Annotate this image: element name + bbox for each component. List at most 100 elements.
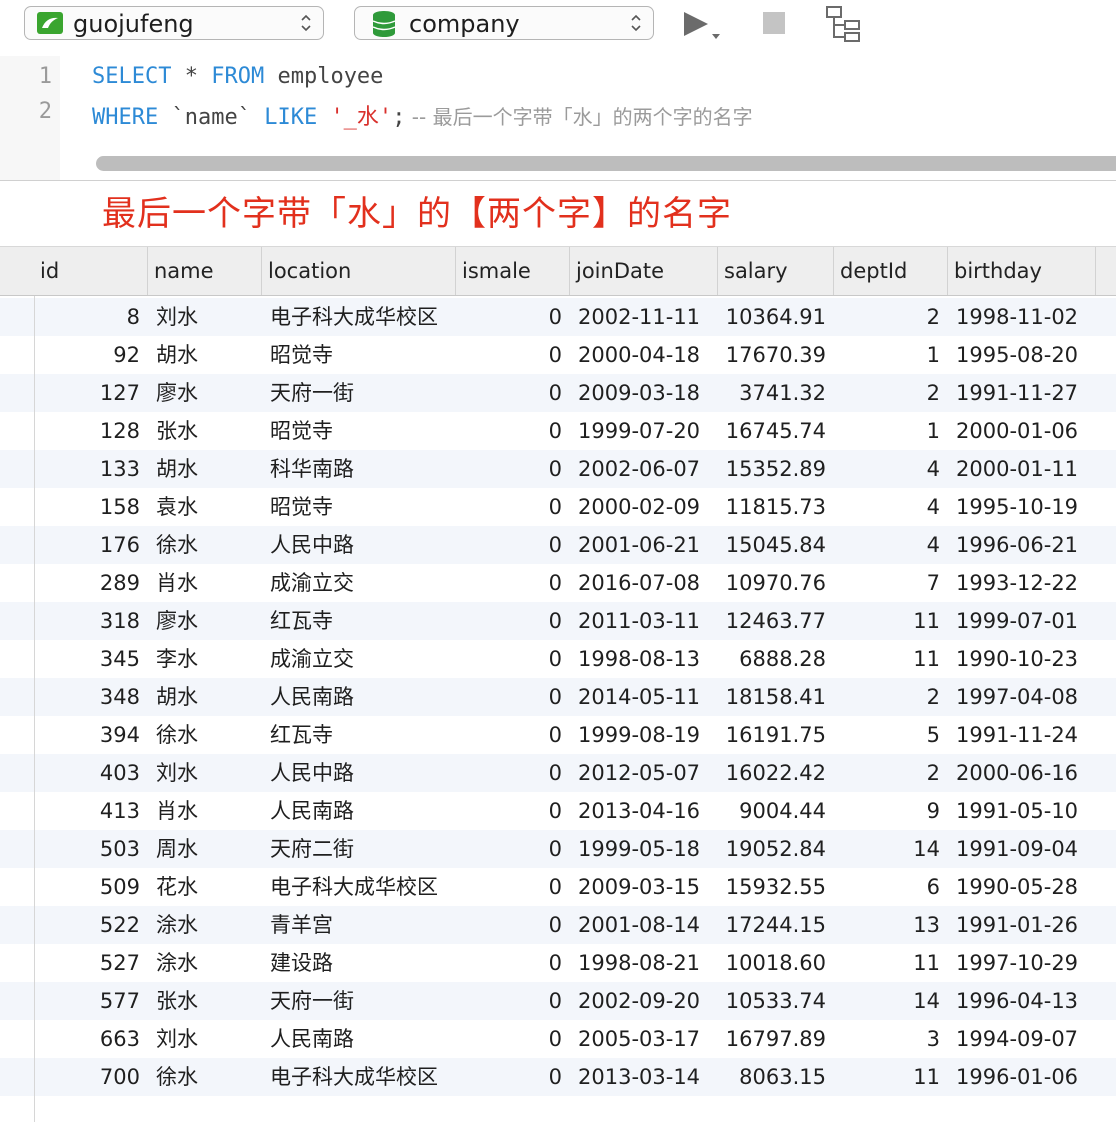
- cell-joindate[interactable]: 2002-11-11: [570, 298, 718, 336]
- cell-joindate[interactable]: 2005-03-17: [570, 1020, 718, 1058]
- cell-location[interactable]: 人民南路: [262, 678, 456, 716]
- cell-joindate[interactable]: 1999-07-20: [570, 412, 718, 450]
- cell-ismale[interactable]: 0: [456, 754, 570, 792]
- table-row[interactable]: 127 廖水 天府一街 0 2009-03-18 3741.32 2 1991-11-27: [0, 374, 1116, 412]
- table-row[interactable]: 577 张水 天府一街 0 2002-09-20 10533.74 14 1996-04-13: [0, 982, 1116, 1020]
- table-row[interactable]: 92 胡水 昭觉寺 0 2000-04-18 17670.39 1 1995-08-20: [0, 336, 1116, 374]
- cell-salary[interactable]: 10364.91: [718, 298, 834, 336]
- cell-birthday[interactable]: 1991-05-10: [948, 792, 1096, 830]
- code-line-2[interactable]: WHERE `name` LIKE '_水'; -- 最后一个字带「水」的两个字…: [92, 99, 753, 131]
- cell-location[interactable]: 天府一街: [262, 374, 456, 412]
- cell-id[interactable]: 345: [34, 640, 148, 678]
- cell-joindate[interactable]: 2014-05-11: [570, 678, 718, 716]
- cell-ismale[interactable]: 0: [456, 450, 570, 488]
- cell-birthday[interactable]: 1991-01-26: [948, 906, 1096, 944]
- cell-ismale[interactable]: 0: [456, 830, 570, 868]
- cell-joindate[interactable]: 2001-06-21: [570, 526, 718, 564]
- table-row[interactable]: 348 胡水 人民南路 0 2014-05-11 18158.41 2 1997-04-08: [0, 678, 1116, 716]
- cell-ismale[interactable]: 0: [456, 944, 570, 982]
- cell-ismale[interactable]: 0: [456, 640, 570, 678]
- cell-deptid[interactable]: 2: [834, 298, 948, 336]
- cell-ismale[interactable]: 0: [456, 906, 570, 944]
- cell-deptid[interactable]: 11: [834, 640, 948, 678]
- cell-joindate[interactable]: 2013-03-14: [570, 1058, 718, 1096]
- cell-joindate[interactable]: 2000-04-18: [570, 336, 718, 374]
- table-row[interactable]: 318 廖水 红瓦寺 0 2011-03-11 12463.77 11 1999-07-01: [0, 602, 1116, 640]
- cell-birthday[interactable]: 2000-01-11: [948, 450, 1096, 488]
- cell-birthday[interactable]: 1997-10-29: [948, 944, 1096, 982]
- table-row[interactable]: 527 涂水 建设路 0 1998-08-21 10018.60 11 1997-10-29: [0, 944, 1116, 982]
- cell-ismale[interactable]: 0: [456, 336, 570, 374]
- table-row[interactable]: 509 花水 电子科大成华校区 0 2009-03-15 15932.55 6 1990-05…: [0, 868, 1116, 906]
- table-row[interactable]: 522 涂水 青羊宫 0 2001-08-14 17244.15 13 1991-01-26: [0, 906, 1116, 944]
- cell-name[interactable]: 涂水: [148, 906, 262, 944]
- cell-joindate[interactable]: 2009-03-18: [570, 374, 718, 412]
- cell-salary[interactable]: 3741.32: [718, 374, 834, 412]
- cell-salary[interactable]: 17244.15: [718, 906, 834, 944]
- cell-id[interactable]: 289: [34, 564, 148, 602]
- cell-name[interactable]: 涂水: [148, 944, 262, 982]
- table-row[interactable]: 394 徐水 红瓦寺 0 1999-08-19 16191.75 5 1991-11-24: [0, 716, 1116, 754]
- cell-joindate[interactable]: 1998-08-21: [570, 944, 718, 982]
- cell-location[interactable]: 红瓦寺: [262, 602, 456, 640]
- cell-ismale[interactable]: 0: [456, 716, 570, 754]
- cell-location[interactable]: 电子科大成华校区: [262, 868, 456, 906]
- column-header-ismale[interactable]: ismale: [456, 247, 570, 295]
- cell-name[interactable]: 李水: [148, 640, 262, 678]
- cell-birthday[interactable]: 1996-06-21: [948, 526, 1096, 564]
- cell-deptid[interactable]: 4: [834, 526, 948, 564]
- cell-birthday[interactable]: 1999-07-01: [948, 602, 1096, 640]
- cell-birthday[interactable]: 1998-11-02: [948, 298, 1096, 336]
- cell-location[interactable]: 昭觉寺: [262, 336, 456, 374]
- cell-ismale[interactable]: 0: [456, 564, 570, 602]
- cell-salary[interactable]: 15352.89: [718, 450, 834, 488]
- database-select[interactable]: company: [354, 6, 654, 40]
- cell-name[interactable]: 徐水: [148, 1058, 262, 1096]
- cell-ismale[interactable]: 0: [456, 982, 570, 1020]
- cell-joindate[interactable]: 2002-06-07: [570, 450, 718, 488]
- cell-location[interactable]: 昭觉寺: [262, 488, 456, 526]
- table-row[interactable]: 700 徐水 电子科大成华校区 0 2013-03-14 8063.15 11 1996-01…: [0, 1058, 1116, 1096]
- column-header-joindate[interactable]: joinDate: [570, 247, 718, 295]
- cell-salary[interactable]: 6888.28: [718, 640, 834, 678]
- cell-location[interactable]: 成渝立交: [262, 640, 456, 678]
- cell-joindate[interactable]: 2011-03-11: [570, 602, 718, 640]
- table-row[interactable]: 128 张水 昭觉寺 0 1999-07-20 16745.74 1 2000-01-06: [0, 412, 1116, 450]
- cell-joindate[interactable]: 2009-03-15: [570, 868, 718, 906]
- cell-deptid[interactable]: 4: [834, 488, 948, 526]
- cell-name[interactable]: 胡水: [148, 450, 262, 488]
- cell-location[interactable]: 红瓦寺: [262, 716, 456, 754]
- cell-deptid[interactable]: 3: [834, 1020, 948, 1058]
- cell-salary[interactable]: 10533.74: [718, 982, 834, 1020]
- table-row[interactable]: 133 胡水 科华南路 0 2002-06-07 15352.89 4 2000-01-11: [0, 450, 1116, 488]
- cell-salary[interactable]: 9004.44: [718, 792, 834, 830]
- cell-deptid[interactable]: 9: [834, 792, 948, 830]
- cell-deptid[interactable]: 11: [834, 1058, 948, 1096]
- cell-ismale[interactable]: 0: [456, 1058, 570, 1096]
- cell-id[interactable]: 663: [34, 1020, 148, 1058]
- cell-birthday[interactable]: 1991-11-27: [948, 374, 1096, 412]
- cell-salary[interactable]: 16745.74: [718, 412, 834, 450]
- cell-ismale[interactable]: 0: [456, 526, 570, 564]
- cell-birthday[interactable]: 1990-05-28: [948, 868, 1096, 906]
- cell-deptid[interactable]: 14: [834, 830, 948, 868]
- horizontal-scrollbar[interactable]: [96, 156, 1116, 171]
- cell-birthday[interactable]: 1995-10-19: [948, 488, 1096, 526]
- cell-salary[interactable]: 10018.60: [718, 944, 834, 982]
- cell-salary[interactable]: 18158.41: [718, 678, 834, 716]
- column-header-name[interactable]: name: [148, 247, 262, 295]
- cell-name[interactable]: 徐水: [148, 526, 262, 564]
- connection-select[interactable]: guojufeng: [24, 6, 324, 40]
- cell-name[interactable]: 周水: [148, 830, 262, 868]
- code-line-1[interactable]: SELECT * FROM employee: [92, 64, 383, 89]
- cell-joindate[interactable]: 2002-09-20: [570, 982, 718, 1020]
- cell-id[interactable]: 394: [34, 716, 148, 754]
- cell-id[interactable]: 8: [34, 298, 148, 336]
- cell-location[interactable]: 天府二街: [262, 830, 456, 868]
- cell-birthday[interactable]: 1996-04-13: [948, 982, 1096, 1020]
- cell-name[interactable]: 肖水: [148, 792, 262, 830]
- table-row[interactable]: 176 徐水 人民中路 0 2001-06-21 15045.84 4 1996-06-21: [0, 526, 1116, 564]
- cell-id[interactable]: 127: [34, 374, 148, 412]
- cell-location[interactable]: 青羊宫: [262, 906, 456, 944]
- cell-id[interactable]: 503: [34, 830, 148, 868]
